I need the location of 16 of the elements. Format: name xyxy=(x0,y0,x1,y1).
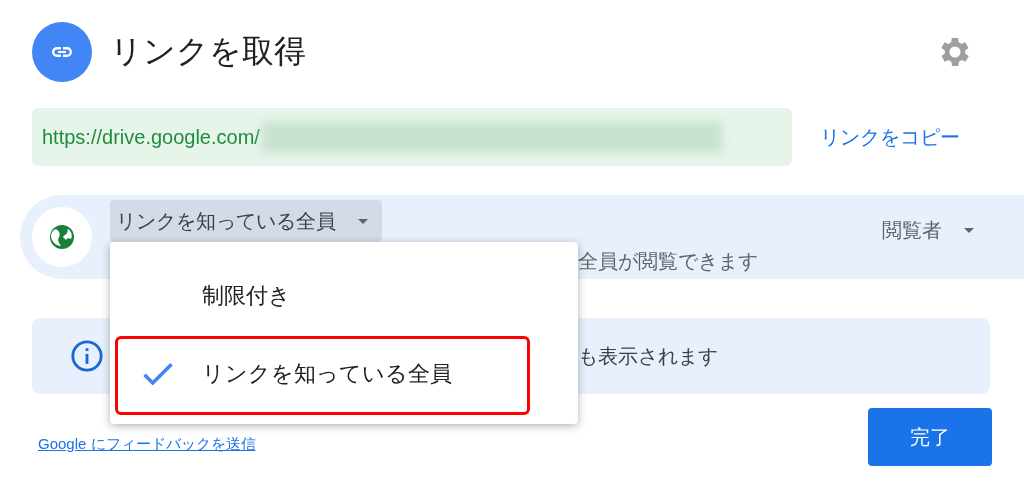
url-field[interactable]: https://drive.google.com/ xyxy=(32,108,792,166)
caret-icon xyxy=(964,228,974,233)
access-description: 全員が閲覧できます xyxy=(578,249,759,274)
globe-icon xyxy=(32,207,92,267)
info-icon xyxy=(70,339,104,373)
copy-link[interactable]: リンクをコピー xyxy=(820,123,960,151)
dialog-title: リンクを取得 xyxy=(110,32,307,71)
caret-icon xyxy=(358,218,368,224)
role-dropdown[interactable]: 閲覧者 xyxy=(882,217,974,244)
scope-dropdown[interactable]: リンクを知っている全員 xyxy=(110,200,382,242)
feedback-link[interactable]: Google にフィードバックを送信 xyxy=(38,434,256,454)
notice-text: も表示されます xyxy=(578,343,718,369)
done-button[interactable]: 完了 xyxy=(868,408,992,466)
link-icon xyxy=(32,22,92,82)
menu-item[interactable]: 制限付き xyxy=(110,260,578,332)
menu-item[interactable]: リンクを知っている全員 xyxy=(110,338,578,410)
